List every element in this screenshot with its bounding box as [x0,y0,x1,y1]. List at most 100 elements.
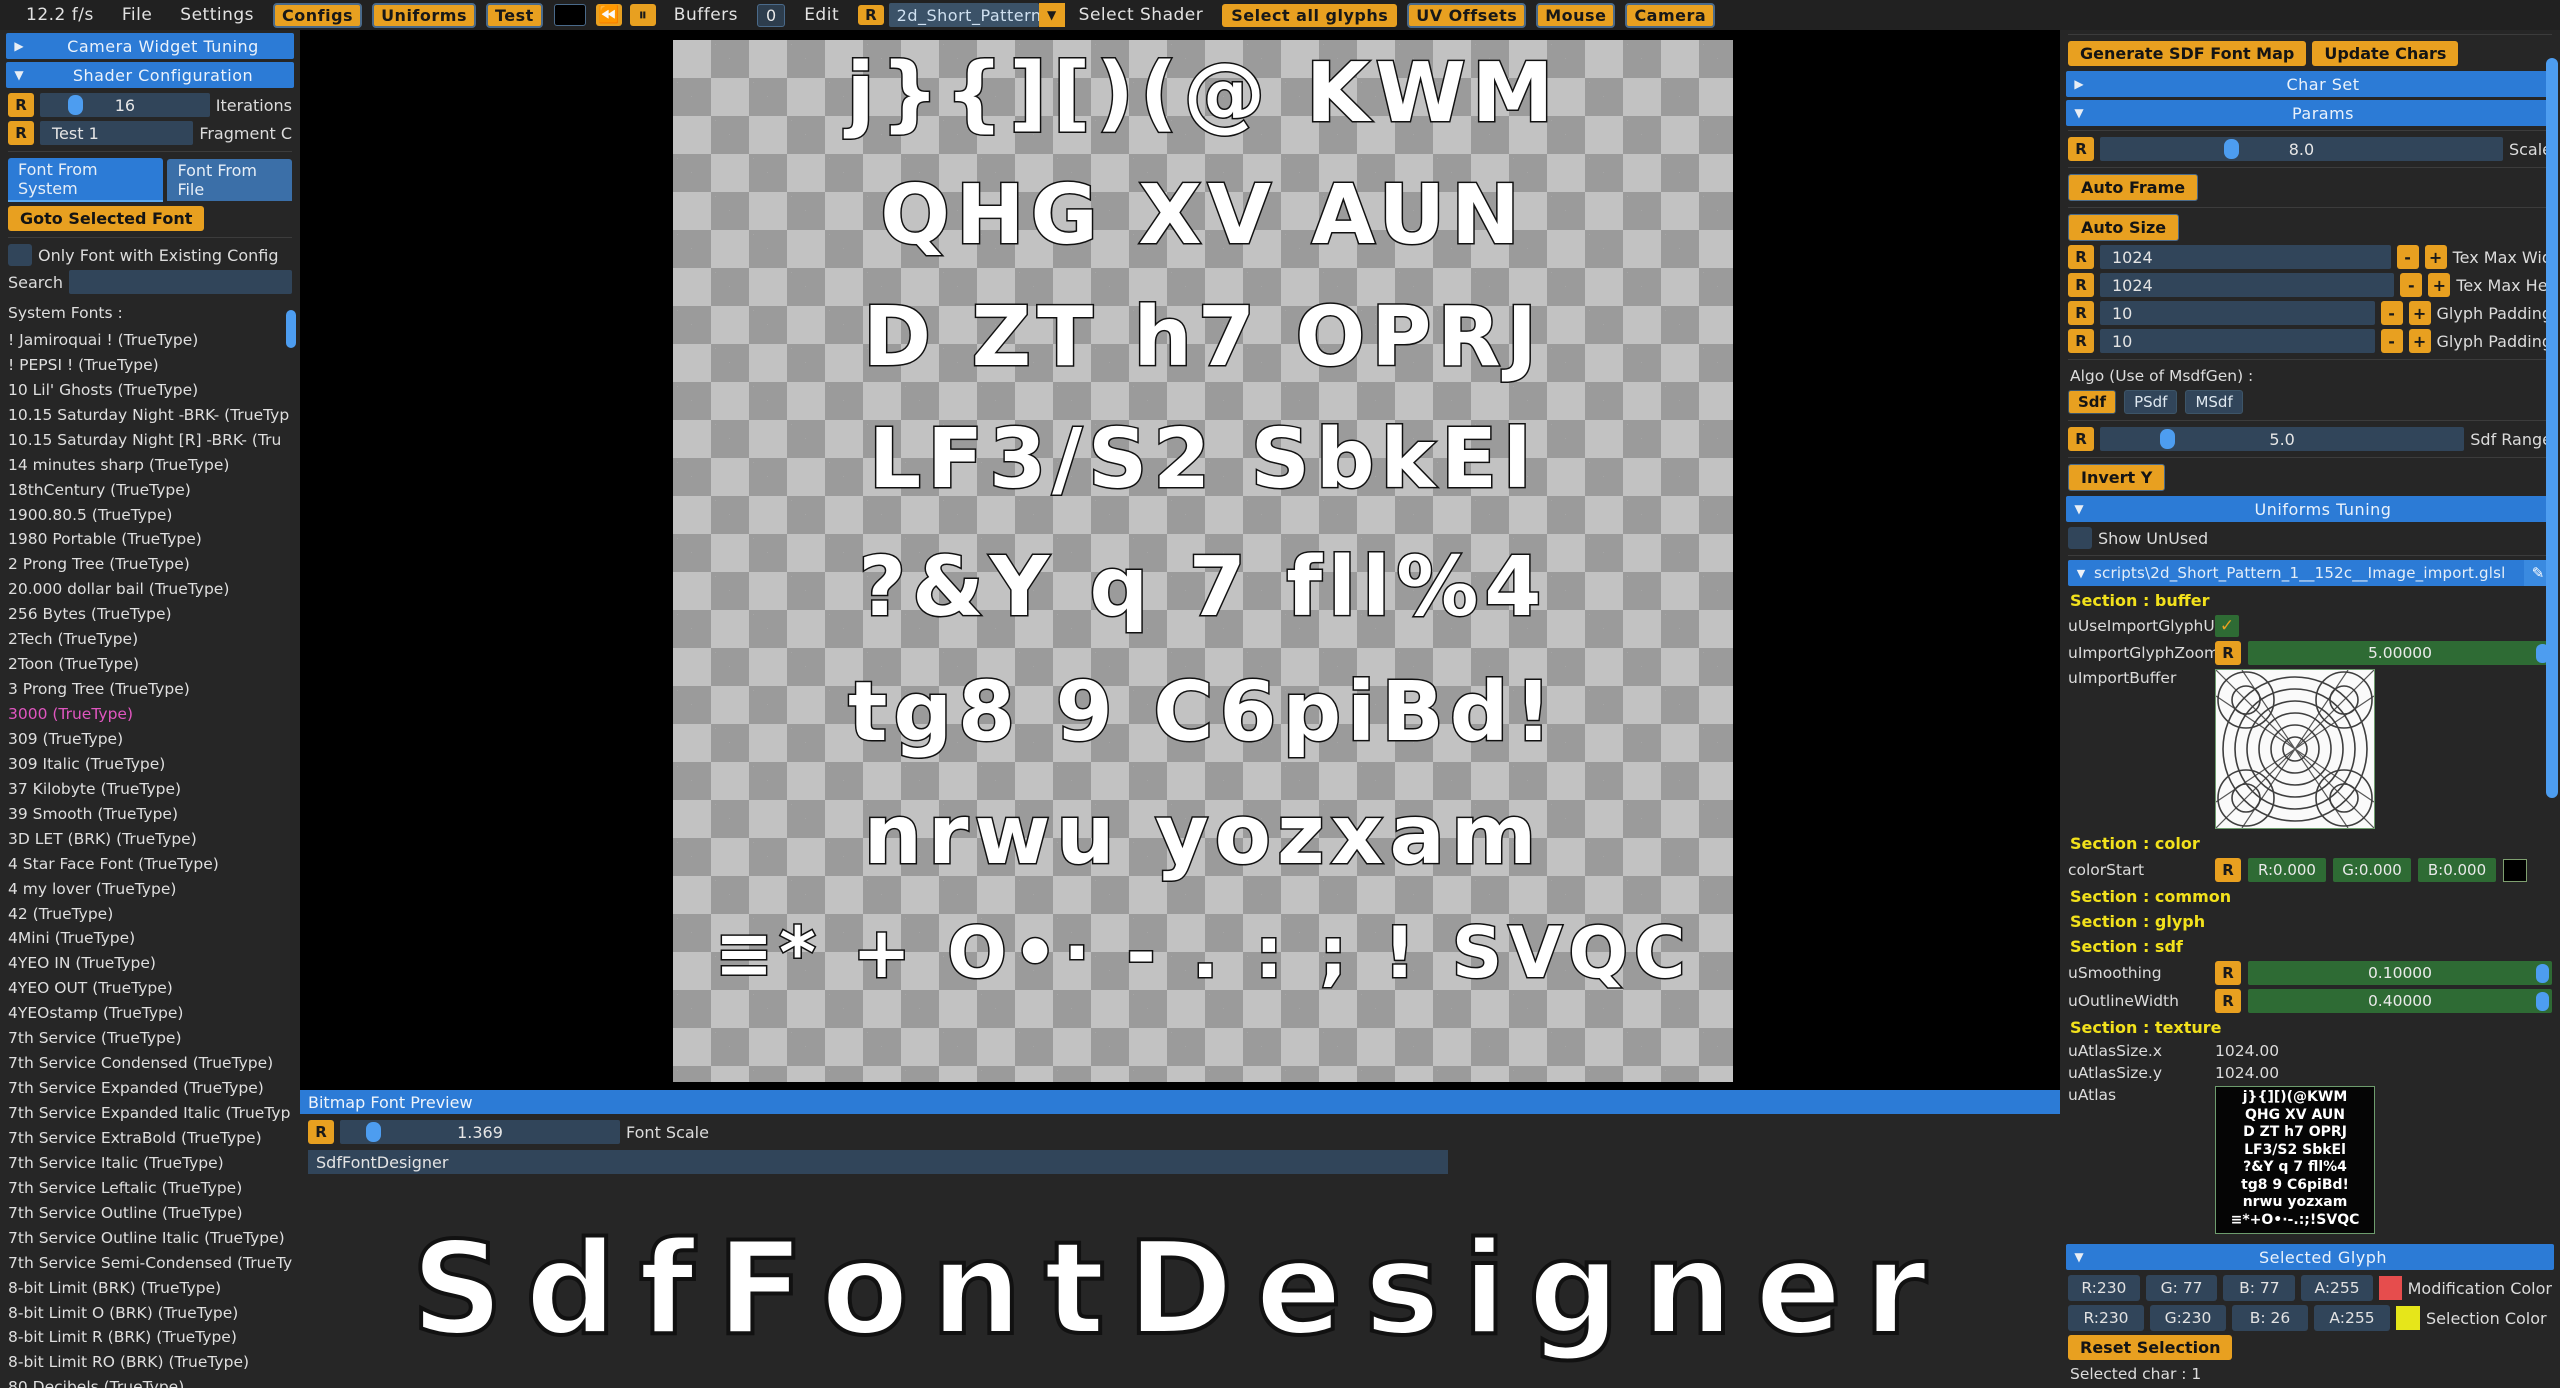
uniforms-button[interactable]: Uniforms [372,2,476,28]
font-list-item[interactable]: 4YEOstamp (TrueType) [0,1001,300,1026]
reset-smoothing-button[interactable]: R [2215,961,2241,985]
goto-selected-font-button[interactable]: Goto Selected Font [8,206,205,231]
menu-edit[interactable]: Edit [790,5,853,25]
font-list-item[interactable]: 37 Kilobyte (TrueType) [0,777,300,802]
font-list-item[interactable]: 1900.80.5 (TrueType) [0,503,300,528]
tex-max-width-input[interactable]: 1024 [2100,245,2391,269]
sel-color-g[interactable]: G:230 [2150,1305,2226,1331]
font-list-item[interactable]: 39 Smooth (TrueType) [0,802,300,827]
font-list-item[interactable]: 7th Service Outline Italic (TrueType) [0,1226,300,1251]
font-list-item[interactable]: 80 Decibels (TrueType) [0,1375,300,1388]
reset-font-scale-button[interactable]: R [308,1120,334,1144]
uUseImportGlyphUV-checkbox[interactable]: ✓ [2215,615,2239,637]
buffers-count[interactable]: 0 [757,3,786,27]
test-button[interactable]: Test [485,2,543,28]
generate-sdf-font-map-button[interactable]: Generate SDF Font Map [2068,41,2307,66]
tex-max-height-increment[interactable]: + [2428,273,2451,297]
reset-shader-button[interactable]: R [858,5,884,25]
select-all-glyphs-button[interactable]: Select all glyphs [1222,3,1398,27]
reset-tex-max-height-button[interactable]: R [2068,273,2094,297]
font-list-item[interactable]: 10 Lil' Ghosts (TrueType) [0,378,300,403]
glyph-padding-y-input[interactable]: 10 [2100,329,2375,353]
font-list-item[interactable]: 18thCentury (TrueType) [0,478,300,503]
font-list-item[interactable]: 309 Italic (TrueType) [0,752,300,777]
glyph-padding-y-increment[interactable]: + [2408,329,2431,353]
font-list-item[interactable]: ! Jamiroquai ! (TrueType) [0,328,300,353]
font-list-item[interactable]: 7th Service Expanded Italic (TrueTyp [0,1101,300,1126]
reset-scale-button[interactable]: R [2068,137,2094,161]
auto-size-button[interactable]: Auto Size [2068,214,2180,241]
params-header[interactable]: ▼ Params [2066,100,2554,126]
mod-color-b[interactable]: B: 77 [2223,1275,2296,1301]
font-list-item[interactable]: 7th Service Leftalic (TrueType) [0,1176,300,1201]
colorStart-b[interactable]: B:0.000 [2418,858,2496,882]
skip-back-icon[interactable]: ⏪ [595,4,622,26]
checkerboard-background[interactable]: j}{][)(@ KWM QHG XV AUN D ZT h7 OPRJ LF3… [673,40,1733,1082]
font-list-item[interactable]: 7th Service Semi-Condensed (TrueTy [0,1251,300,1276]
uniforms-tuning-header[interactable]: ▼ Uniforms Tuning [2066,496,2554,522]
preview-text-input[interactable]: SdfFontDesigner [308,1150,1448,1174]
glyph-padding-x-input[interactable]: 10 [2100,301,2375,325]
font-list-item[interactable]: 2Toon (TrueType) [0,652,300,677]
font-list-item[interactable]: 10.15 Saturday Night [R] -BRK- (Tru [0,428,300,453]
font-list-item[interactable]: 256 Bytes (TrueType) [0,602,300,627]
colorStart-swatch[interactable] [2503,858,2527,882]
font-list-item[interactable]: 20.000 dollar bail (TrueType) [0,577,300,602]
slider-handle[interactable] [2160,429,2175,449]
font-list-item[interactable]: 4YEO IN (TrueType) [0,951,300,976]
uOutlineWidth-slider[interactable]: 0.40000 [2248,989,2552,1013]
algo-option-msdf[interactable]: MSdf [2185,390,2243,414]
import-buffer-thumbnail[interactable] [2215,669,2375,829]
slider-handle[interactable] [68,95,83,115]
font-scale-slider[interactable]: 1.369 [340,1120,620,1144]
font-list-item[interactable]: 7th Service (TrueType) [0,1026,300,1051]
iterations-slider[interactable]: 16 [40,93,210,117]
invert-y-button[interactable]: Invert Y [2068,464,2166,491]
font-list-item[interactable]: 7th Service Condensed (TrueType) [0,1051,300,1076]
reset-color-start-button[interactable]: R [2215,858,2241,882]
char-set-header[interactable]: ▶ Char Set [2066,71,2554,97]
sel-color-a[interactable]: A:255 [2314,1305,2390,1331]
slider-handle[interactable] [2224,139,2239,159]
menu-file[interactable]: File [108,5,166,25]
font-list-item[interactable]: 4YEO OUT (TrueType) [0,976,300,1001]
uv-offsets-button[interactable]: UV Offsets [1407,2,1527,28]
reset-test-button[interactable]: R [8,121,34,145]
glyph-padding-x-increment[interactable]: + [2408,301,2431,325]
reset-selection-button[interactable]: Reset Selection [2068,1335,2233,1360]
colorStart-r[interactable]: R:0.000 [2248,858,2326,882]
font-list-item[interactable]: 3000 (TrueType) [0,702,300,727]
auto-frame-button[interactable]: Auto Frame [2068,174,2199,201]
uImportGlyphZoom-slider[interactable]: 5.00000 [2248,641,2552,665]
scale-slider[interactable]: 8.0 [2100,137,2503,161]
slider-handle[interactable] [2536,991,2549,1011]
font-list-item[interactable]: 309 (TrueType) [0,727,300,752]
mod-color-r[interactable]: R:230 [2068,1275,2140,1301]
test-value-field[interactable]: Test 1 [40,121,194,145]
uSmoothing-slider[interactable]: 0.10000 [2248,961,2552,985]
tex-max-height-decrement[interactable]: - [2400,273,2423,297]
font-list-item[interactable]: 8-bit Limit O (BRK) (TrueType) [0,1301,300,1326]
camera-widget-tuning-header[interactable]: ▶ Camera Widget Tuning [6,33,294,59]
reset-import-glyph-zoom-button[interactable]: R [2215,641,2241,665]
font-list-item[interactable]: 4 my lover (TrueType) [0,877,300,902]
tex-max-width-increment[interactable]: + [2424,245,2447,269]
font-list-item[interactable]: 7th Service Expanded (TrueType) [0,1076,300,1101]
sel-color-r[interactable]: R:230 [2068,1305,2144,1331]
font-list-item[interactable]: 3 Prong Tree (TrueType) [0,677,300,702]
slider-handle[interactable] [366,1122,381,1142]
mouse-button[interactable]: Mouse [1536,2,1616,28]
system-font-list[interactable]: ! Jamiroquai ! (TrueType)! PEPSI ! (True… [0,328,300,1388]
font-list-item[interactable]: 2Tech (TrueType) [0,627,300,652]
font-list-item[interactable]: 8-bit Limit RO (BRK) (TrueType) [0,1350,300,1375]
modification-color-swatch[interactable] [2378,1276,2402,1300]
color-preview-swatch[interactable] [553,4,586,26]
font-list-item[interactable]: 7th Service Italic (TrueType) [0,1151,300,1176]
sel-color-b[interactable]: B: 26 [2232,1305,2308,1331]
shader-configuration-header[interactable]: ▼ Shader Configuration [6,62,294,88]
font-list-item[interactable]: 7th Service Outline (TrueType) [0,1201,300,1226]
glyph-padding-y-decrement[interactable]: - [2380,329,2403,353]
font-list-item[interactable]: 42 (TrueType) [0,902,300,927]
font-list-item[interactable]: 7th Service ExtraBold (TrueType) [0,1126,300,1151]
tab-font-from-file[interactable]: Font From File [167,159,292,201]
